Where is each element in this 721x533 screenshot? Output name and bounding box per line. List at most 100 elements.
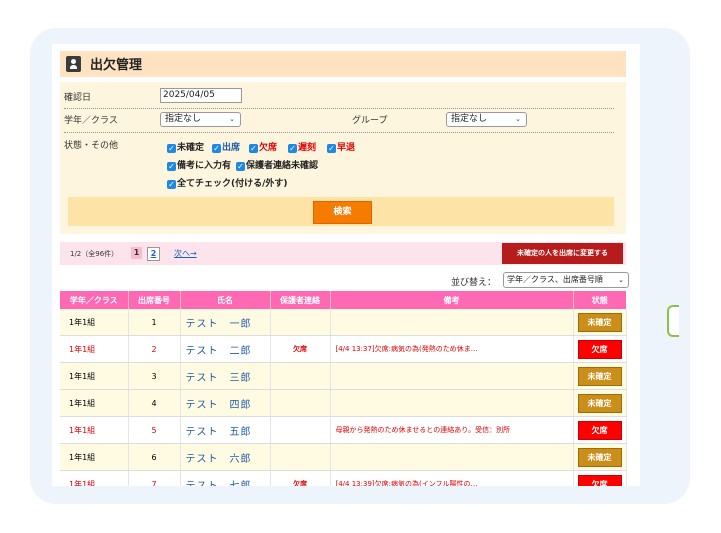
result-count: 1/2（全96件） <box>70 250 119 258</box>
student-name-link[interactable]: テスト 二郎 <box>180 335 271 363</box>
cell-status: 欠席 <box>573 470 627 486</box>
cell-guardian: 欠席 <box>270 470 331 486</box>
status-button[interactable]: 未確定 <box>577 366 622 386</box>
cell-status: 欠席 <box>573 416 627 444</box>
cell-class: 1年1組 <box>60 416 129 444</box>
cell-notes <box>330 389 574 417</box>
attendance-table: 学年／クラス 出席番号 氏名 保護者連絡 備考 状態 1年1組 1 テスト 一郎… <box>60 291 627 486</box>
col-header-guardian[interactable]: 保護者連絡 <box>270 291 331 309</box>
checkbox-label: 早退 <box>337 143 356 153</box>
cell-notes: [4/4 13:39]欠席:病気の為(インフル陽性の… <box>330 470 574 486</box>
cell-status: 未確定 <box>573 309 627 336</box>
student-name-link[interactable]: テスト 四郎 <box>180 389 271 417</box>
page-1-button[interactable]: 1 <box>131 247 142 259</box>
cell-number: 2 <box>128 335 181 363</box>
cell-class: 1年1組 <box>60 389 129 417</box>
cell-number: 4 <box>128 389 181 417</box>
checkbox-label: 遅刻 <box>298 143 317 153</box>
cell-guardian <box>270 443 331 471</box>
table-row[interactable]: 1年1組 4 テスト 四郎 未確定 <box>60 389 627 417</box>
attendance-screen: 出欠管理 確認日 2025/04/05 学年／クラス 指定なし ⌄ グループ 指… <box>52 44 640 486</box>
date-input[interactable]: 2025/04/05 <box>160 88 242 103</box>
cell-number: 1 <box>128 309 181 336</box>
checkbox-guardian[interactable]: ✓ 保護者連絡未確認 <box>236 158 318 171</box>
chevron-down-icon: ⌄ <box>229 115 235 123</box>
sort-select[interactable]: 学年／クラス、出席番号順 ⌄ <box>503 272 629 288</box>
student-name-link[interactable]: テスト 三郎 <box>180 362 271 390</box>
page-title: 出欠管理 <box>90 58 143 73</box>
student-name-link[interactable]: テスト 一郎 <box>180 309 271 336</box>
class-select[interactable]: 指定なし ⌄ <box>160 112 241 127</box>
cell-class: 1年1組 <box>60 335 129 363</box>
checkbox-absent[interactable]: ✓ 欠席 <box>249 140 277 153</box>
table-row[interactable]: 1年1組 6 テスト 六郎 未確定 <box>60 443 627 471</box>
table-row[interactable]: 1年1組 2 テスト 二郎 欠席 [4/4 13:37]欠席:病気の為(発熱のた… <box>60 335 627 363</box>
sort-select-value: 学年／クラス、出席番号順 <box>507 275 603 284</box>
student-name-link[interactable]: テスト 六郎 <box>180 443 271 471</box>
col-header-number[interactable]: 出席番号 <box>128 291 181 309</box>
cell-guardian <box>270 389 331 417</box>
status-button[interactable]: 欠席 <box>577 420 622 440</box>
divider <box>64 132 614 133</box>
col-header-class[interactable]: 学年／クラス <box>60 291 129 309</box>
cell-number: 5 <box>128 416 181 444</box>
cell-notes <box>330 443 574 471</box>
search-button[interactable]: 検索 <box>313 201 372 224</box>
next-page-link[interactable]: 次へ→ <box>174 248 197 259</box>
search-strip: 検索 <box>68 197 614 226</box>
checkbox-label: 出席 <box>222 143 241 153</box>
checkbox-icon: ✓ <box>212 144 221 153</box>
checkbox-all[interactable]: ✓ 全てチェック(付ける/外す) <box>167 176 288 189</box>
cell-class: 1年1組 <box>60 443 129 471</box>
checkbox-remarks[interactable]: ✓ 備考に入力有 <box>167 158 231 171</box>
sort-label: 並び替え： <box>451 278 497 288</box>
student-name-link[interactable]: テスト 五郎 <box>180 416 271 444</box>
table-row[interactable]: 1年1組 1 テスト 一郎 未確定 <box>60 309 627 336</box>
page-2-link[interactable]: 2 <box>147 247 160 261</box>
table-header-row: 学年／クラス 出席番号 氏名 保護者連絡 備考 状態 <box>60 291 626 309</box>
checkbox-label: 保護者連絡未確認 <box>246 161 319 171</box>
cell-class: 1年1組 <box>60 309 129 336</box>
checkbox-icon: ✓ <box>288 144 297 153</box>
cell-number: 6 <box>128 443 181 471</box>
status-button[interactable]: 未確定 <box>577 312 622 332</box>
table-row[interactable]: 1年1組 5 テスト 五郎 母親から発熱のため休ませるとの連絡あり。受信：別所 … <box>60 416 627 444</box>
status-button[interactable]: 欠席 <box>577 474 622 486</box>
cell-class: 1年1組 <box>60 470 129 486</box>
status-label: 状態・その他 <box>64 141 119 151</box>
status-button[interactable]: 欠席 <box>577 339 622 359</box>
cell-notes: 母親から発熱のため休ませるとの連絡あり。受信：別所 <box>330 416 574 444</box>
checkbox-unconfirmed[interactable]: ✓ 未確定 <box>167 140 204 153</box>
group-label: グループ <box>352 116 388 126</box>
checkbox-label: 未確定 <box>177 143 205 153</box>
cell-status: 未確定 <box>573 362 627 390</box>
checkbox-present[interactable]: ✓ 出席 <box>212 140 240 153</box>
mark-present-button[interactable]: 未確定の人を出席に変更する <box>502 243 623 264</box>
checkbox-icon: ✓ <box>249 144 258 153</box>
checkbox-label: 全てチェック(付ける/外す) <box>177 179 288 189</box>
status-button[interactable]: 未確定 <box>577 447 622 467</box>
status-button[interactable]: 未確定 <box>577 393 622 413</box>
cell-status: 未確定 <box>573 389 627 417</box>
cell-notes <box>330 309 574 336</box>
checkbox-early[interactable]: ✓ 早退 <box>327 140 355 153</box>
date-label: 確認日 <box>64 93 92 103</box>
cell-guardian <box>270 309 331 336</box>
chevron-down-icon: ⌄ <box>618 276 624 284</box>
col-header-notes[interactable]: 備考 <box>330 291 574 309</box>
cell-number: 7 <box>128 470 181 486</box>
group-select[interactable]: 指定なし ⌄ <box>446 112 527 127</box>
table-row[interactable]: 1年1組 3 テスト 三郎 未確定 <box>60 362 627 390</box>
checkbox-late[interactable]: ✓ 遅刻 <box>288 140 316 153</box>
cell-status: 未確定 <box>573 443 627 471</box>
table-row[interactable]: 1年1組 7 テスト 七郎 欠席 [4/4 13:39]欠席:病気の為(インフル… <box>60 470 627 486</box>
group-select-value: 指定なし <box>451 114 488 124</box>
col-header-name[interactable]: 氏名 <box>180 291 271 309</box>
divider <box>64 108 614 109</box>
student-name-link[interactable]: テスト 七郎 <box>180 470 271 486</box>
col-header-status[interactable]: 状態 <box>573 291 626 309</box>
id-card-icon <box>66 56 81 72</box>
filter-panel: 確認日 2025/04/05 学年／クラス 指定なし ⌄ グループ 指定なし ⌄… <box>60 82 626 234</box>
checkbox-label: 欠席 <box>259 143 278 153</box>
side-tab-handle[interactable] <box>667 305 679 337</box>
